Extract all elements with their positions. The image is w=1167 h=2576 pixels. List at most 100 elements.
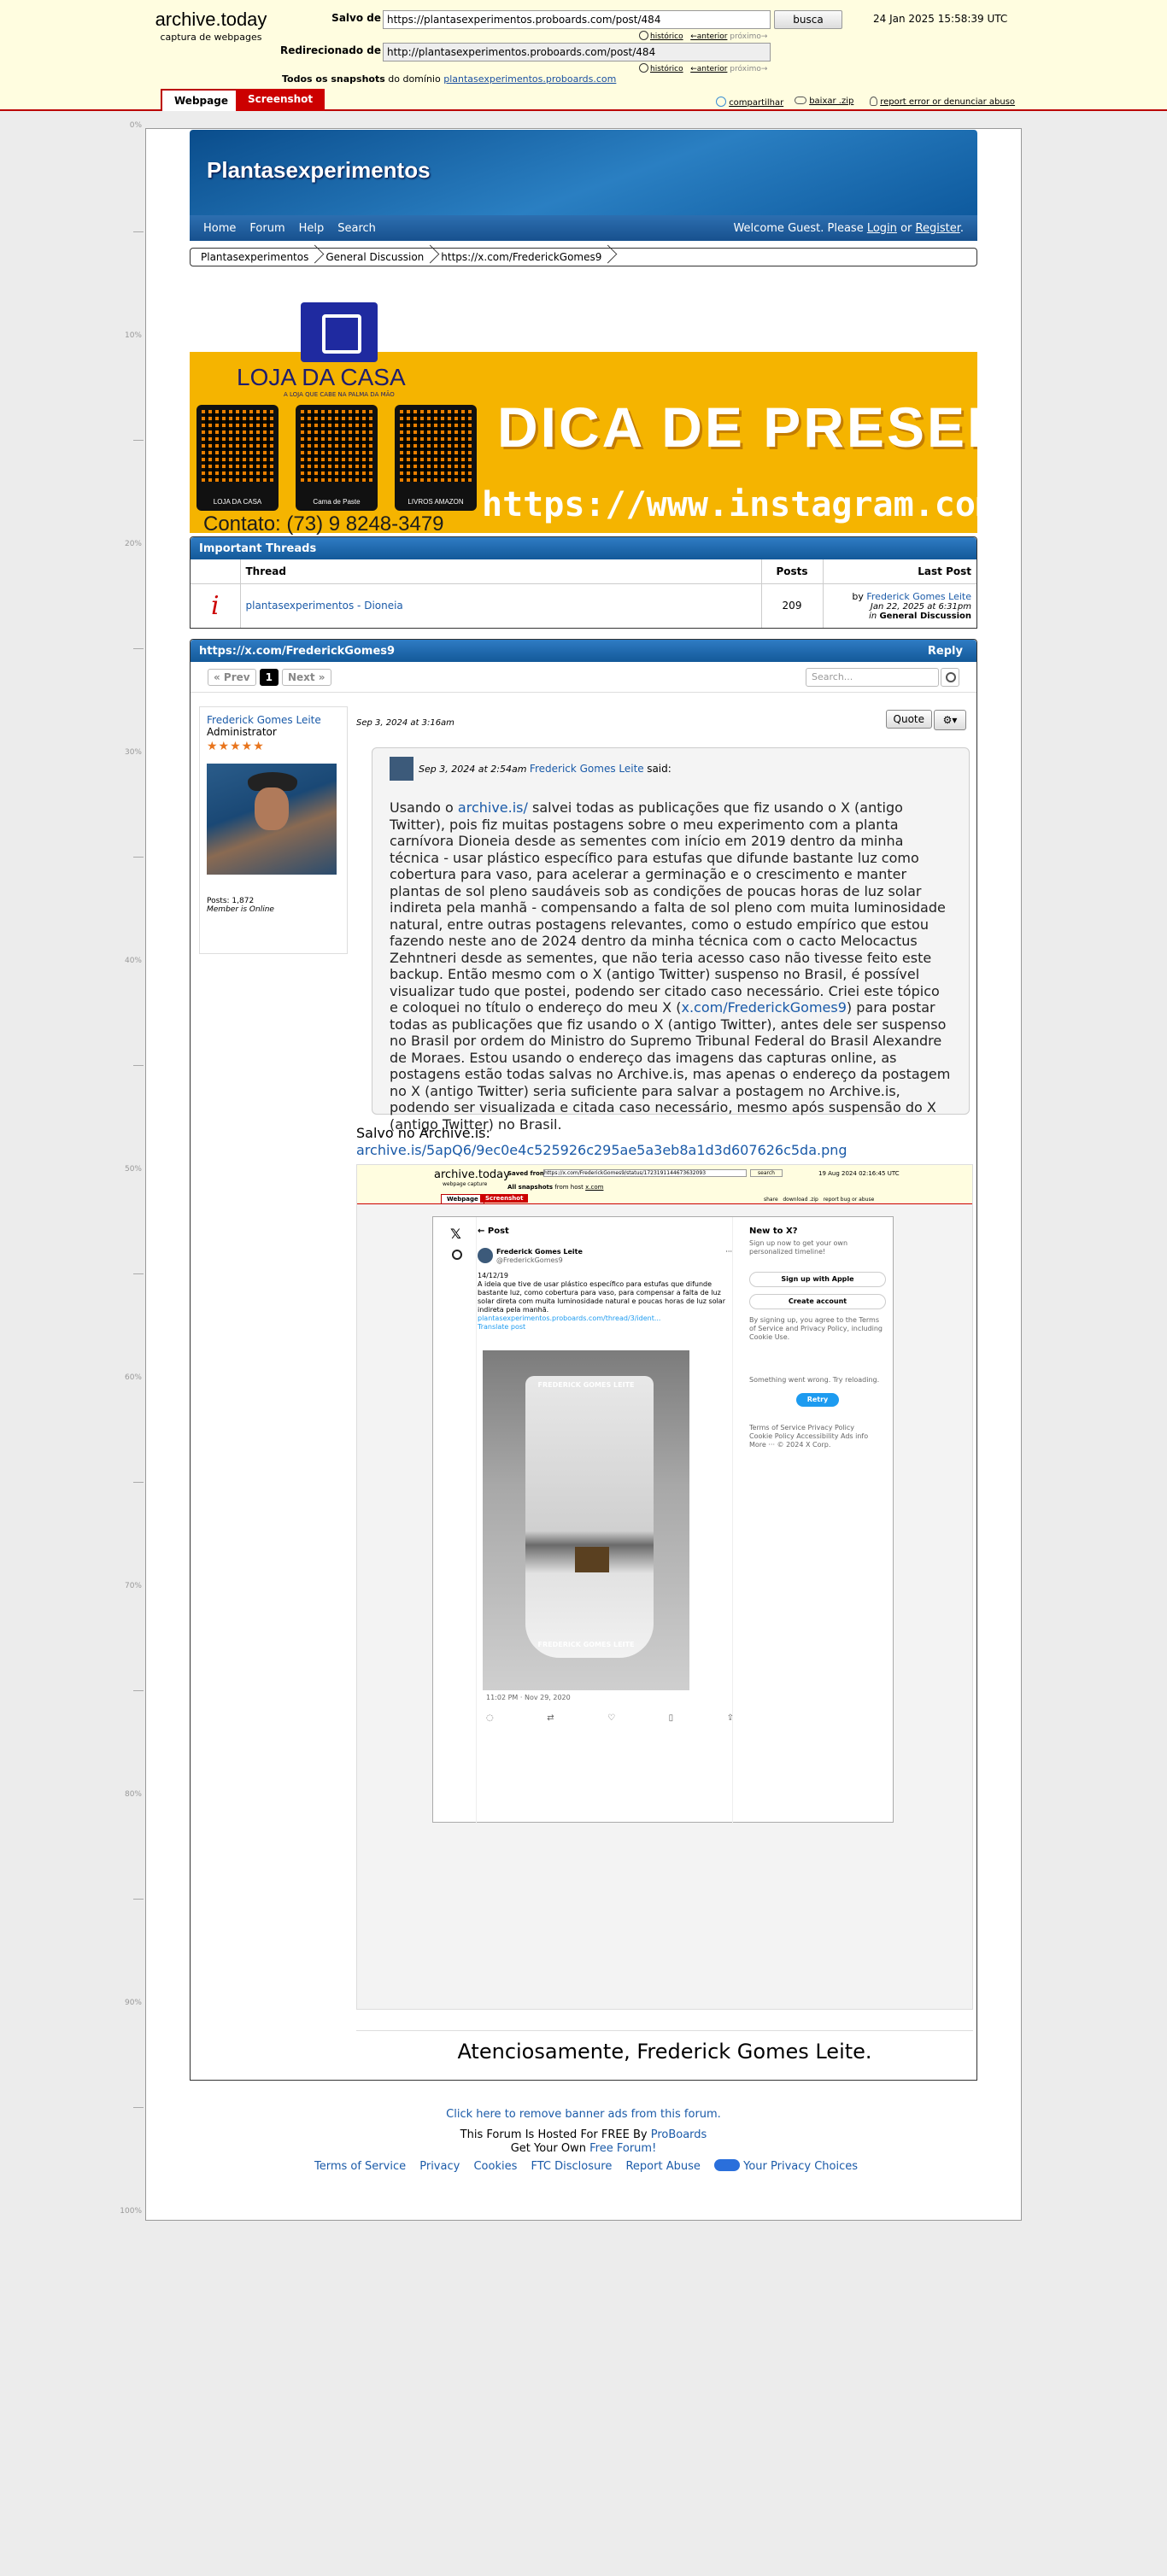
x-create-button: Create account bbox=[749, 1294, 886, 1309]
search-icon[interactable] bbox=[941, 667, 959, 687]
get-own-text: Get Your Own bbox=[510, 2142, 586, 2155]
history-nav-2: histórico ←anterior próximo→ bbox=[639, 63, 767, 73]
avatar[interactable] bbox=[207, 764, 337, 875]
gear-icon[interactable]: ⚙▾ bbox=[934, 710, 966, 730]
quote-text-1: Usando o bbox=[390, 799, 454, 816]
table-row: i plantasexperimentos - Dioneia 209 by F… bbox=[191, 583, 976, 628]
repost-icon: ⇄ bbox=[547, 1713, 554, 1723]
forum-site-name[interactable]: Plantasexperimentos bbox=[207, 157, 431, 184]
share-link[interactable]: compartilhar bbox=[729, 98, 783, 108]
last-post-user[interactable]: Frederick Gomes Leite bbox=[866, 591, 971, 602]
archive-timestamp: 24 Jan 2025 15:58:39 UTC bbox=[873, 13, 1008, 25]
x-signup-panel: New to X? Sign up now to get your own pe… bbox=[749, 1227, 886, 1449]
post-date[interactable]: Sep 3, 2024 at 3:16am bbox=[356, 718, 454, 728]
breadcrumb-home[interactable]: Plantasexperimentos bbox=[194, 251, 319, 263]
cookies-link[interactable]: Cookies bbox=[473, 2160, 517, 2173]
nav-forum[interactable]: Forum bbox=[249, 222, 284, 235]
remove-ads-link[interactable]: Click here to remove banner ads from thi… bbox=[190, 2108, 977, 2122]
post-author[interactable]: Frederick Gomes Leite bbox=[207, 714, 340, 726]
report-link[interactable]: report error or denunciar abuso bbox=[880, 97, 1015, 107]
x-post-header: Post bbox=[487, 1227, 509, 1236]
ftc-link[interactable]: FTC Disclosure bbox=[531, 2160, 613, 2173]
qr-label-2: Cama de Paste bbox=[313, 498, 361, 506]
scale-tick bbox=[133, 857, 144, 858]
prev-page-button[interactable]: « Prev bbox=[208, 668, 256, 686]
thread-link[interactable]: plantasexperimentos - Dioneia bbox=[246, 600, 403, 612]
ad-contact: Contato: (73) 9 8248-3479 bbox=[203, 512, 444, 536]
nav-search[interactable]: Search bbox=[337, 222, 376, 235]
report-action[interactable]: report error or denunciar abuso bbox=[870, 97, 1015, 107]
tab-screenshot[interactable]: Screenshot bbox=[236, 89, 325, 111]
qr-code-1: LOJA DA CASA bbox=[196, 405, 279, 511]
privacy-link[interactable]: Privacy bbox=[419, 2160, 460, 2173]
tab-webpage[interactable]: Webpage bbox=[161, 89, 242, 111]
x-links-3: More ··· © 2024 X Corp. bbox=[749, 1441, 831, 1449]
previous-link[interactable]: ←anterior bbox=[690, 32, 727, 41]
saved-label: Salvo no Archive.is: bbox=[356, 1125, 490, 1141]
scale-tick bbox=[133, 1690, 144, 1691]
login-link[interactable]: Login bbox=[867, 222, 897, 235]
terms-link[interactable]: Terms of Service bbox=[314, 2160, 406, 2173]
x-handle: @FrederickGomes9 bbox=[496, 1256, 563, 1264]
nav-home[interactable]: Home bbox=[203, 222, 236, 235]
search-button[interactable]: busca bbox=[774, 10, 842, 29]
next-link-2-disabled: próximo→ bbox=[730, 65, 768, 73]
all-snapshots-line: Todos os snapshots do domínio plantasexp… bbox=[282, 73, 616, 85]
x-links-1: Terms of Service Privacy Policy bbox=[749, 1424, 854, 1431]
embedded-host: x.com bbox=[585, 1184, 604, 1191]
next-page-button[interactable]: Next » bbox=[281, 668, 331, 686]
qr-label-1: LOJA DA CASA bbox=[213, 498, 262, 506]
domain-link[interactable]: plantasexperimentos.proboards.com bbox=[443, 73, 616, 85]
share-action[interactable]: compartilhar bbox=[716, 97, 783, 108]
breadcrumb-thread[interactable]: https://x.com/FrederickGomes9 bbox=[434, 251, 612, 263]
post-count: Posts: 1,872 bbox=[207, 897, 255, 905]
embedded-brand-sub: webpage capture bbox=[443, 1181, 488, 1187]
x-divider bbox=[476, 1217, 477, 1824]
last-post-date[interactable]: Jan 22, 2025 at 6:31pm bbox=[829, 602, 971, 612]
quote-button[interactable]: Quote bbox=[885, 710, 932, 729]
saved-archive-link[interactable]: archive.is/5apQ6/9ec0e4c525926c295ae5a3e… bbox=[356, 1142, 847, 1159]
previous-link-2[interactable]: ←anterior bbox=[690, 65, 727, 73]
download-link[interactable]: baixar .zip bbox=[809, 97, 853, 106]
thread-search-input[interactable]: Search... bbox=[806, 667, 939, 687]
privacy-toggle-icon bbox=[714, 2159, 740, 2171]
post-signature: Atenciosamente, Frederick Gomes Leite. bbox=[356, 2030, 973, 2064]
banner-ad[interactable]: LOJA DA CASA Cama de Paste LIVROS AMAZON… bbox=[190, 302, 977, 536]
privacy-choices-link[interactable]: Your Privacy Choices bbox=[743, 2160, 858, 2173]
register-link[interactable]: Register bbox=[916, 222, 960, 235]
free-forum-link[interactable]: Free Forum! bbox=[589, 2142, 656, 2155]
forum-nav: Home Forum Help Search Welcome Guest. Pl… bbox=[190, 215, 977, 241]
redirected-url-input[interactable]: http://plantasexperimentos.proboards.com… bbox=[383, 43, 771, 61]
proboards-link[interactable]: ProBoards bbox=[651, 2128, 707, 2141]
current-page[interactable]: 1 bbox=[259, 668, 279, 686]
hosted-line: This Forum Is Hosted For FREE By ProBoar… bbox=[190, 2128, 977, 2142]
thread-posts: 209 bbox=[760, 583, 824, 628]
download-action[interactable]: baixar .zip bbox=[795, 97, 853, 106]
embedded-archive-screenshot[interactable]: archive.today webpage capture Saved from… bbox=[356, 1164, 973, 2010]
x-avatar bbox=[478, 1248, 493, 1263]
x-logo-icon: 𝕏 bbox=[450, 1226, 461, 1242]
archive-brand[interactable]: archive.today captura de webpages bbox=[147, 9, 275, 43]
col-posts: Posts bbox=[760, 559, 824, 584]
saved-from-url-input[interactable]: https://plantasexperimentos.proboards.co… bbox=[383, 10, 771, 29]
x-profile-link[interactable]: x.com/FrederickGomes9 bbox=[681, 999, 846, 1016]
archive-title[interactable]: archive.today bbox=[147, 9, 275, 31]
archive-link[interactable]: archive.is/ bbox=[458, 799, 528, 816]
x-translate: Translate post bbox=[478, 1323, 526, 1331]
saved-archive-note: Salvo no Archive.is: archive.is/5apQ6/9e… bbox=[356, 1125, 847, 1159]
breadcrumb-board[interactable]: General Discussion bbox=[319, 251, 434, 263]
gear-icon bbox=[452, 1250, 462, 1260]
last-in: in bbox=[869, 611, 877, 621]
last-post-cell: by Frederick Gomes Leite Jan 22, 2025 at… bbox=[823, 583, 976, 628]
quote-author[interactable]: Frederick Gomes Leite bbox=[530, 763, 644, 775]
nav-help[interactable]: Help bbox=[299, 222, 325, 235]
last-post-board[interactable]: General Discussion bbox=[879, 612, 971, 621]
report-abuse-link[interactable]: Report Abuse bbox=[625, 2160, 700, 2173]
history-link-2[interactable]: histórico bbox=[650, 65, 683, 73]
x-apple-button: Sign up with Apple bbox=[749, 1272, 886, 1287]
embedded-from-host: from host bbox=[554, 1184, 584, 1191]
x-actions: ◌ ⇄ ♡ ▯ ⇪ bbox=[486, 1714, 734, 1723]
history-link[interactable]: histórico bbox=[650, 32, 683, 41]
reply-button[interactable]: Reply bbox=[928, 645, 963, 658]
embedded-download: download .zip bbox=[783, 1197, 818, 1203]
